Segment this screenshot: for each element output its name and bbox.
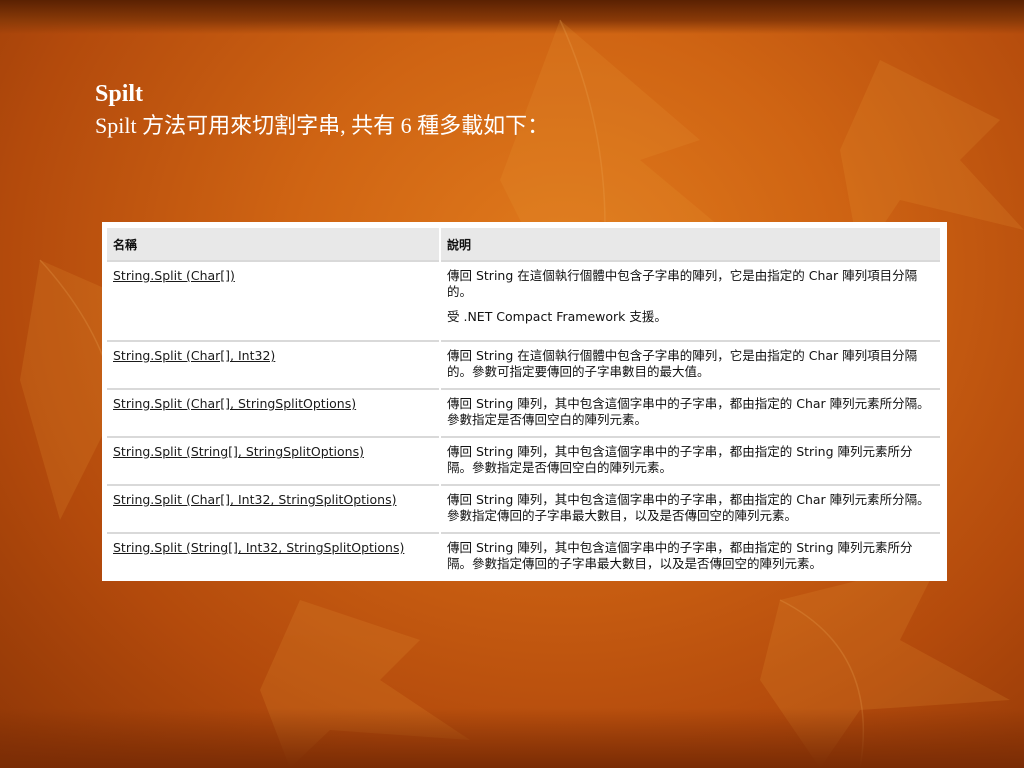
row-description: 傳回 String 陣列，其中包含這個字串中的子字串，都由指定的 String … bbox=[440, 532, 942, 580]
table-row: String.Split (Char[], Int32, StringSplit… bbox=[107, 484, 942, 533]
description-text: 傳回 String 陣列，其中包含這個字串中的子字串，都由指定的 Char 陣列… bbox=[447, 396, 930, 427]
overload-link[interactable]: String.Split (Char[]) bbox=[113, 268, 235, 283]
description-text: 傳回 String 陣列，其中包含這個字串中的子字串，都由指定的 String … bbox=[447, 540, 913, 571]
overload-link[interactable]: String.Split (String[], StringSplitOptio… bbox=[113, 444, 364, 459]
header-description: 說明 bbox=[440, 228, 942, 261]
table-header-row: 名稱 說明 bbox=[107, 228, 942, 261]
table-row: String.Split (String[], StringSplitOptio… bbox=[107, 436, 942, 485]
row-description: 傳回 String 陣列，其中包含這個字串中的子字串，都由指定的 Char 陣列… bbox=[440, 388, 942, 437]
overload-table: 名稱 說明 String.Split (Char[]) 傳回 String 在這… bbox=[107, 228, 942, 580]
description-text: 傳回 String 陣列，其中包含這個字串中的子字串，都由指定的 String … bbox=[447, 444, 913, 475]
header-name: 名稱 bbox=[107, 228, 441, 261]
row-description: 傳回 String 在這個執行個體中包含子字串的陣列，它是由指定的 Char 陣… bbox=[440, 340, 942, 389]
table-row: String.Split (Char[], StringSplitOptions… bbox=[107, 388, 942, 437]
overload-link[interactable]: String.Split (Char[], Int32) bbox=[113, 348, 275, 363]
description-text: 傳回 String 陣列，其中包含這個字串中的子字串，都由指定的 Char 陣列… bbox=[447, 492, 930, 523]
description-note: 受 .NET Compact Framework 支援。 bbox=[447, 309, 667, 324]
slide-title: Spilt bbox=[95, 81, 144, 107]
row-description: 傳回 String 陣列，其中包含這個字串中的子字串，都由指定的 Char 陣列… bbox=[440, 484, 942, 533]
table-row: String.Split (Char[], Int32) 傳回 String 在… bbox=[107, 340, 942, 389]
slide-subtitle: Spilt 方法可用來切割字串, 共有 6 種多載如下： bbox=[95, 113, 550, 138]
table-row: String.Split (String[], Int32, StringSpl… bbox=[107, 532, 942, 580]
overload-table-frame: 名稱 說明 String.Split (Char[]) 傳回 String 在這… bbox=[102, 222, 947, 581]
overload-link[interactable]: String.Split (Char[], Int32, StringSplit… bbox=[113, 492, 396, 507]
row-description: 傳回 String 陣列，其中包含這個字串中的子字串，都由指定的 String … bbox=[440, 436, 942, 485]
overload-link[interactable]: String.Split (Char[], StringSplitOptions… bbox=[113, 396, 356, 411]
table-row: String.Split (Char[]) 傳回 String 在這個執行個體中… bbox=[107, 260, 942, 341]
description-text: 傳回 String 在這個執行個體中包含子字串的陣列，它是由指定的 Char 陣… bbox=[447, 348, 918, 379]
description-text: 傳回 String 在這個執行個體中包含子字串的陣列，它是由指定的 Char 陣… bbox=[447, 268, 918, 299]
bottom-band bbox=[0, 708, 1024, 768]
overload-link[interactable]: String.Split (String[], Int32, StringSpl… bbox=[113, 540, 404, 555]
row-description: 傳回 String 在這個執行個體中包含子字串的陣列，它是由指定的 Char 陣… bbox=[440, 260, 942, 341]
